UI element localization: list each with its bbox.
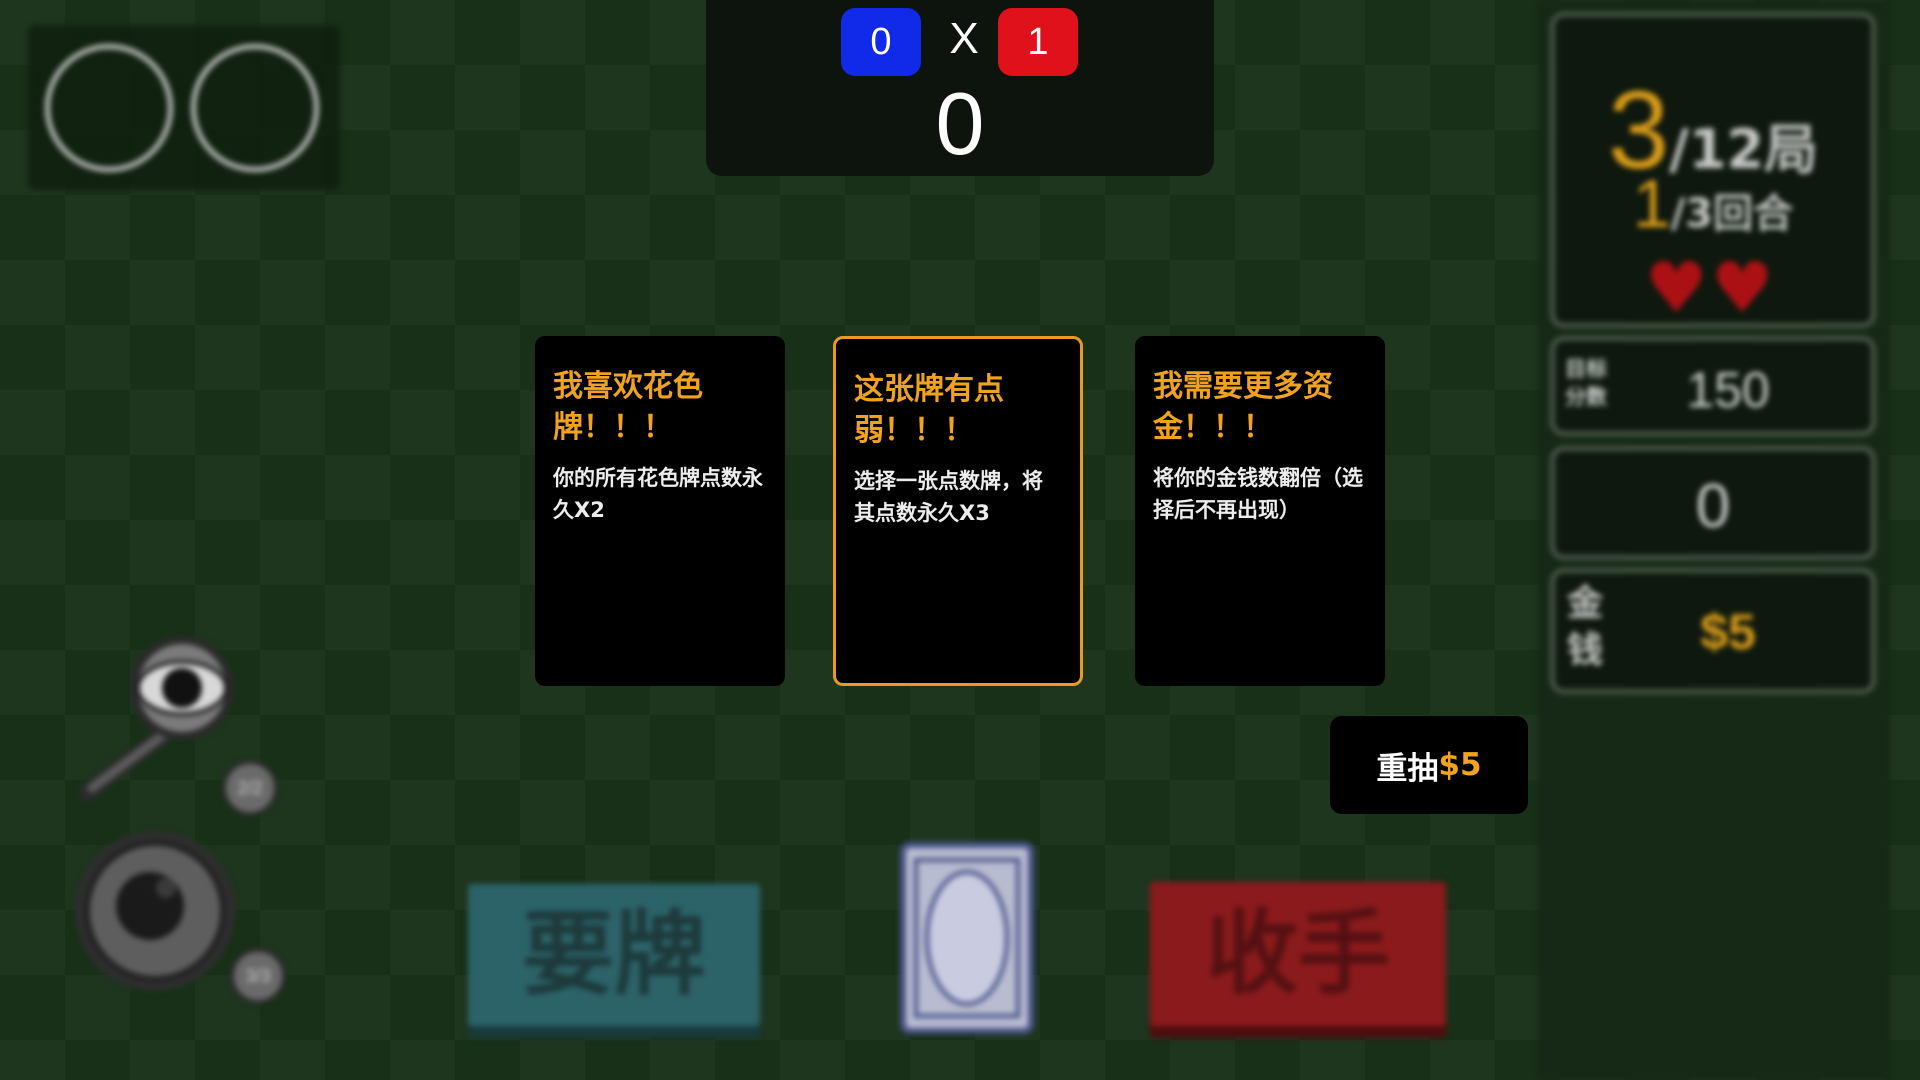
target-score-box: 目标 分数 150 bbox=[1550, 336, 1876, 436]
upgrade-card-description: 你的所有花色牌点数永久X2 bbox=[553, 466, 763, 522]
bomb-uses-badge: 3/3 bbox=[230, 948, 286, 1004]
draw-deck[interactable] bbox=[900, 842, 1034, 1034]
hand-current: 1 bbox=[1632, 166, 1671, 242]
reroll-button[interactable]: 重抽 $5 bbox=[1330, 716, 1528, 814]
heart-icon: ♥ bbox=[1645, 247, 1708, 329]
upgrade-card-description: 选择一张点数牌，将其点数永久X3 bbox=[854, 469, 1043, 525]
upgrade-card-title: 我喜欢花色牌！！！ bbox=[553, 369, 703, 445]
stand-label: 收手 bbox=[1205, 900, 1390, 1007]
versus-label: X bbox=[949, 14, 979, 63]
bomb-icon bbox=[75, 831, 235, 991]
joker-slot-empty[interactable] bbox=[191, 44, 319, 172]
upgrade-card-weak-card[interactable]: 这张牌有点弱！！！ 选择一张点数牌，将其点数永久X3 bbox=[833, 336, 1083, 686]
hit-button[interactable]: 要牌 bbox=[468, 884, 760, 1026]
reroll-label: 重抽 bbox=[1376, 750, 1439, 787]
hand-counter: 1/3回合 bbox=[1555, 165, 1871, 243]
upgrade-card-description: 将你的金钱数翻倍（选择后不再出现） bbox=[1153, 466, 1363, 522]
reroll-price: $5 bbox=[1438, 747, 1482, 783]
upgrade-card-suit-cards[interactable]: 我喜欢花色牌！！！ 你的所有花色牌点数永久X2 bbox=[535, 336, 785, 686]
hit-label: 要牌 bbox=[521, 901, 706, 1008]
round-info-box: 3/12局 1/3回合 ♥ ♥ bbox=[1550, 12, 1876, 328]
heart-icon: ♥ bbox=[1711, 247, 1774, 329]
card-back-icon bbox=[914, 858, 1020, 1018]
red-team-score: 1 bbox=[998, 8, 1078, 76]
upgrade-card-more-money[interactable]: 我需要更多资金！！！ 将你的金钱数翻倍（选择后不再出现） bbox=[1135, 336, 1385, 686]
joker-slot-empty[interactable] bbox=[45, 44, 173, 172]
blue-team-score: 0 bbox=[841, 8, 921, 76]
upgrade-card-title: 这张牌有点弱！！！ bbox=[854, 372, 1004, 448]
money-box: 金 钱 $5 bbox=[1550, 568, 1876, 694]
joker-slots bbox=[28, 25, 340, 190]
money-value: $5 bbox=[1700, 604, 1756, 660]
current-points: 0 bbox=[935, 74, 985, 173]
score-value: 0 bbox=[1695, 472, 1731, 541]
score-box: 0 bbox=[1550, 446, 1876, 560]
status-panel: 3/12局 1/3回合 ♥ ♥ 目标 分数 150 0 金 钱 $5 bbox=[1538, 0, 1890, 1080]
bomb-tool[interactable] bbox=[70, 826, 240, 996]
upgrade-card-title: 我需要更多资金！！！ bbox=[1153, 369, 1333, 445]
hand-total: /3回合 bbox=[1670, 191, 1794, 237]
magnifier-uses-badge: 2/2 bbox=[222, 760, 278, 816]
scoreboard: 0 X 1 0 bbox=[706, 0, 1214, 176]
target-value: 150 bbox=[1686, 362, 1770, 418]
stand-button[interactable]: 收手 bbox=[1150, 882, 1446, 1026]
